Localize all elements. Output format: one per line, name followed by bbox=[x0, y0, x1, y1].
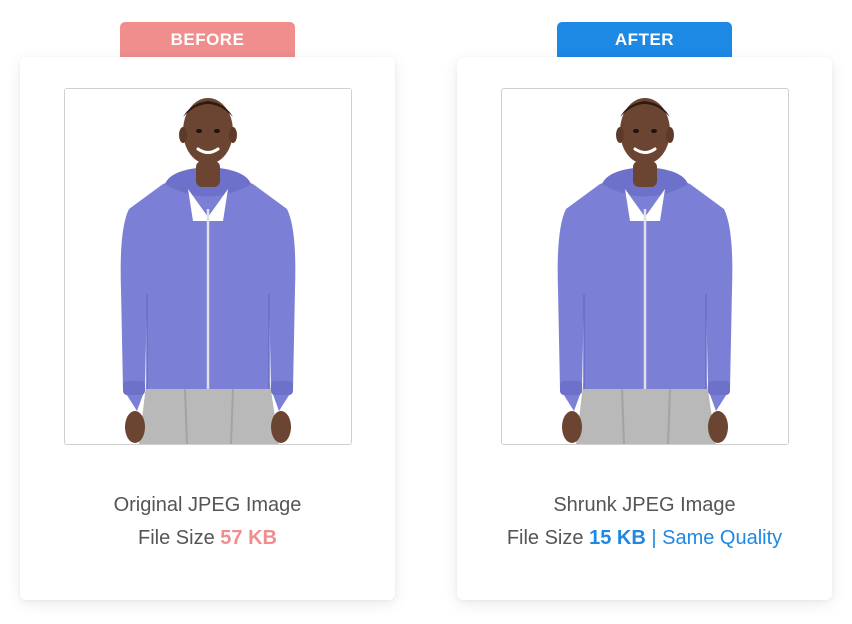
before-photo bbox=[64, 88, 352, 445]
after-quality-label: Same Quality bbox=[662, 527, 783, 549]
after-size-prefix: File Size bbox=[506, 527, 584, 549]
before-panel: Original JPEG Image File Size 57 KB bbox=[20, 57, 395, 600]
before-tag-label: BEFORE bbox=[170, 29, 245, 49]
comparison-stage: BEFORE AFTER Original JPEG Image File Si… bbox=[0, 0, 852, 624]
after-panel: Shrunk JPEG Image File Size 15 KB | Same… bbox=[457, 57, 832, 600]
after-tag: AFTER bbox=[557, 22, 732, 57]
after-separator: | bbox=[651, 527, 657, 549]
after-size-line: File Size 15 KB | Same Quality bbox=[457, 527, 832, 550]
person-in-hoodie-image bbox=[502, 89, 788, 444]
after-photo bbox=[501, 88, 789, 445]
before-size-line: File Size 57 KB bbox=[20, 527, 395, 550]
after-size-value: 15 KB bbox=[589, 527, 646, 549]
before-title: Original JPEG Image bbox=[113, 494, 302, 516]
before-tag: BEFORE bbox=[120, 22, 295, 57]
after-tag-label: AFTER bbox=[614, 29, 675, 49]
after-title: Shrunk JPEG Image bbox=[553, 494, 736, 516]
person-in-hoodie-image bbox=[65, 89, 351, 444]
before-size-value: 57 KB bbox=[220, 527, 277, 549]
before-size-prefix: File Size bbox=[138, 527, 215, 549]
